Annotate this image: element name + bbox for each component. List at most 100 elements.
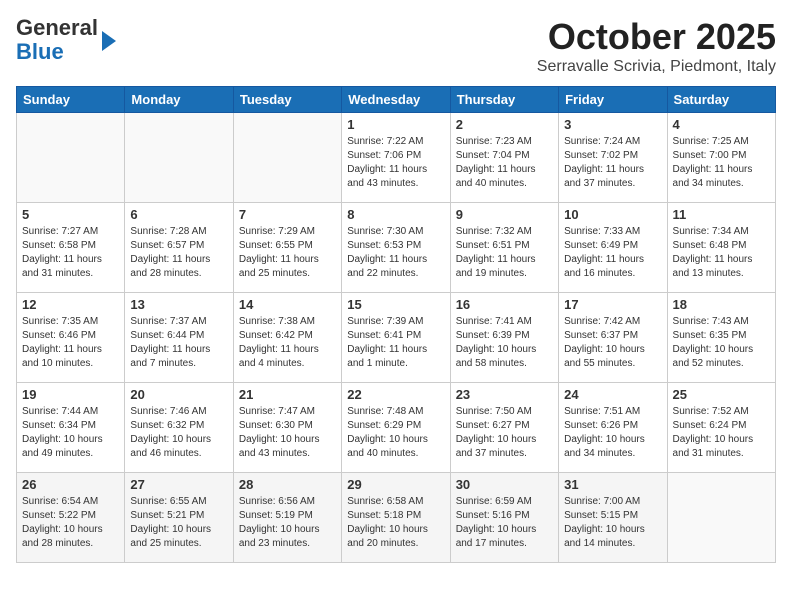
day-info: Sunrise: 7:37 AM Sunset: 6:44 PM Dayligh… (130, 315, 227, 371)
day-number: 28 (239, 477, 336, 492)
table-row (667, 473, 775, 563)
logo-arrow-icon (102, 31, 116, 51)
table-row: 2 Sunrise: 7:23 AM Sunset: 7:04 PM Daylig… (450, 113, 558, 203)
day-info: Sunrise: 7:52 AM Sunset: 6:24 PM Dayligh… (673, 405, 770, 461)
day-number: 7 (239, 207, 336, 222)
day-number: 23 (456, 387, 553, 402)
location: Serravalle Scrivia, Piedmont, Italy (537, 58, 776, 76)
table-row: 8 Sunrise: 7:30 AM Sunset: 6:53 PM Daylig… (342, 203, 450, 293)
table-row: 1Sunrise: 7:22 AM Sunset: 7:06 PM Daylig… (342, 113, 450, 203)
table-row: 26 Sunrise: 6:54 AM Sunset: 5:22 PM Dayli… (17, 473, 125, 563)
table-row: 23 Sunrise: 7:50 AM Sunset: 6:27 PM Dayli… (450, 383, 558, 473)
header-monday: Monday (125, 87, 233, 113)
day-number: 11 (673, 207, 770, 222)
calendar-header-row: Sunday Monday Tuesday Wednesday Thursday… (17, 87, 776, 113)
day-number: 14 (239, 297, 336, 312)
week-row-4: 19 Sunrise: 7:44 AM Sunset: 6:34 PM Dayli… (17, 383, 776, 473)
day-number: 31 (564, 477, 661, 492)
logo-text: General Blue (16, 16, 98, 64)
day-info: Sunrise: 7:23 AM Sunset: 7:04 PM Dayligh… (456, 135, 553, 191)
table-row: 9 Sunrise: 7:32 AM Sunset: 6:51 PM Daylig… (450, 203, 558, 293)
header-tuesday: Tuesday (233, 87, 341, 113)
table-row: 12Sunrise: 7:35 AM Sunset: 6:46 PM Dayli… (17, 293, 125, 383)
day-number: 18 (673, 297, 770, 312)
table-row: 29Sunrise: 6:58 AM Sunset: 5:18 PM Dayli… (342, 473, 450, 563)
table-row (233, 113, 341, 203)
day-number: 8 (347, 207, 444, 222)
table-row: 17 Sunrise: 7:42 AM Sunset: 6:37 PM Dayli… (559, 293, 667, 383)
logo: General Blue (16, 16, 116, 64)
day-info: Sunrise: 7:51 AM Sunset: 6:26 PM Dayligh… (564, 405, 661, 461)
day-number: 6 (130, 207, 227, 222)
day-number: 17 (564, 297, 661, 312)
day-number: 20 (130, 387, 227, 402)
day-info: Sunrise: 7:27 AM Sunset: 6:58 PM Dayligh… (22, 225, 119, 281)
table-row: 6 Sunrise: 7:28 AM Sunset: 6:57 PM Daylig… (125, 203, 233, 293)
logo-blue: Blue (16, 39, 64, 64)
header-saturday: Saturday (667, 87, 775, 113)
table-row: 15 Sunrise: 7:39 AM Sunset: 6:41 PM Dayli… (342, 293, 450, 383)
day-info: Sunrise: 7:47 AM Sunset: 6:30 PM Dayligh… (239, 405, 336, 461)
day-info: Sunrise: 7:42 AM Sunset: 6:37 PM Dayligh… (564, 315, 661, 371)
day-info: Sunrise: 7:25 AM Sunset: 7:00 PM Dayligh… (673, 135, 770, 191)
table-row: 22 Sunrise: 7:48 AM Sunset: 6:29 PM Dayli… (342, 383, 450, 473)
day-info: Sunrise: 7:44 AM Sunset: 6:34 PM Dayligh… (22, 405, 119, 461)
table-row: 28 Sunrise: 6:56 AM Sunset: 5:19 PM Dayli… (233, 473, 341, 563)
week-row-2: 5 Sunrise: 7:27 AM Sunset: 6:58 PM Daylig… (17, 203, 776, 293)
day-info: Sunrise: 6:54 AM Sunset: 5:22 PM Dayligh… (22, 495, 119, 551)
table-row: 11 Sunrise: 7:34 AM Sunset: 6:48 PM Dayli… (667, 203, 775, 293)
day-info: Sunrise: 7:24 AM Sunset: 7:02 PM Dayligh… (564, 135, 661, 191)
day-info: Sunrise: 7:33 AM Sunset: 6:49 PM Dayligh… (564, 225, 661, 281)
table-row: 14 Sunrise: 7:38 AM Sunset: 6:42 PM Dayli… (233, 293, 341, 383)
day-info: Sunrise: 6:59 AM Sunset: 5:16 PM Dayligh… (456, 495, 553, 551)
day-info: Sunrise: 7:32 AM Sunset: 6:51 PM Dayligh… (456, 225, 553, 281)
week-row-5: 26 Sunrise: 6:54 AM Sunset: 5:22 PM Dayli… (17, 473, 776, 563)
table-row: 18 Sunrise: 7:43 AM Sunset: 6:35 PM Dayli… (667, 293, 775, 383)
day-number: 9 (456, 207, 553, 222)
day-info: Sunrise: 7:00 AM Sunset: 5:15 PM Dayligh… (564, 495, 661, 551)
day-info: Sunrise: 7:50 AM Sunset: 6:27 PM Dayligh… (456, 405, 553, 461)
day-info: Sunrise: 7:46 AM Sunset: 6:32 PM Dayligh… (130, 405, 227, 461)
day-info: Sunrise: 7:43 AM Sunset: 6:35 PM Dayligh… (673, 315, 770, 371)
header-thursday: Thursday (450, 87, 558, 113)
day-info: Sunrise: 7:29 AM Sunset: 6:55 PM Dayligh… (239, 225, 336, 281)
day-number: 5 (22, 207, 119, 222)
header-wednesday: Wednesday (342, 87, 450, 113)
day-info: Sunrise: 6:55 AM Sunset: 5:21 PM Dayligh… (130, 495, 227, 551)
week-row-1: 1Sunrise: 7:22 AM Sunset: 7:06 PM Daylig… (17, 113, 776, 203)
day-info: Sunrise: 7:39 AM Sunset: 6:41 PM Dayligh… (347, 315, 444, 371)
day-number: 25 (673, 387, 770, 402)
day-number: 22 (347, 387, 444, 402)
day-number: 15 (347, 297, 444, 312)
header-friday: Friday (559, 87, 667, 113)
day-info: Sunrise: 7:34 AM Sunset: 6:48 PM Dayligh… (673, 225, 770, 281)
day-info: Sunrise: 7:28 AM Sunset: 6:57 PM Dayligh… (130, 225, 227, 281)
day-info: Sunrise: 7:41 AM Sunset: 6:39 PM Dayligh… (456, 315, 553, 371)
day-number: 26 (22, 477, 119, 492)
day-number: 13 (130, 297, 227, 312)
day-number: 2 (456, 117, 553, 132)
day-info: Sunrise: 6:58 AM Sunset: 5:18 PM Dayligh… (347, 495, 444, 551)
day-number: 27 (130, 477, 227, 492)
table-row: 4Sunrise: 7:25 AM Sunset: 7:00 PM Daylig… (667, 113, 775, 203)
table-row: 7 Sunrise: 7:29 AM Sunset: 6:55 PM Daylig… (233, 203, 341, 293)
table-row: 25 Sunrise: 7:52 AM Sunset: 6:24 PM Dayli… (667, 383, 775, 473)
day-info: Sunrise: 7:38 AM Sunset: 6:42 PM Dayligh… (239, 315, 336, 371)
week-row-3: 12Sunrise: 7:35 AM Sunset: 6:46 PM Dayli… (17, 293, 776, 383)
day-number: 16 (456, 297, 553, 312)
day-number: 24 (564, 387, 661, 402)
table-row: 31 Sunrise: 7:00 AM Sunset: 5:15 PM Dayli… (559, 473, 667, 563)
day-info: Sunrise: 6:56 AM Sunset: 5:19 PM Dayligh… (239, 495, 336, 551)
table-row: 27 Sunrise: 6:55 AM Sunset: 5:21 PM Dayli… (125, 473, 233, 563)
table-row: 16 Sunrise: 7:41 AM Sunset: 6:39 PM Dayli… (450, 293, 558, 383)
table-row: 30Sunrise: 6:59 AM Sunset: 5:16 PM Dayli… (450, 473, 558, 563)
day-number: 21 (239, 387, 336, 402)
day-info: Sunrise: 7:35 AM Sunset: 6:46 PM Dayligh… (22, 315, 119, 371)
day-info: Sunrise: 7:48 AM Sunset: 6:29 PM Dayligh… (347, 405, 444, 461)
day-number: 10 (564, 207, 661, 222)
day-number: 19 (22, 387, 119, 402)
day-info: Sunrise: 7:30 AM Sunset: 6:53 PM Dayligh… (347, 225, 444, 281)
table-row: 13 Sunrise: 7:37 AM Sunset: 6:44 PM Dayli… (125, 293, 233, 383)
day-number: 1 (347, 117, 444, 132)
table-row: 20 Sunrise: 7:46 AM Sunset: 6:32 PM Dayli… (125, 383, 233, 473)
